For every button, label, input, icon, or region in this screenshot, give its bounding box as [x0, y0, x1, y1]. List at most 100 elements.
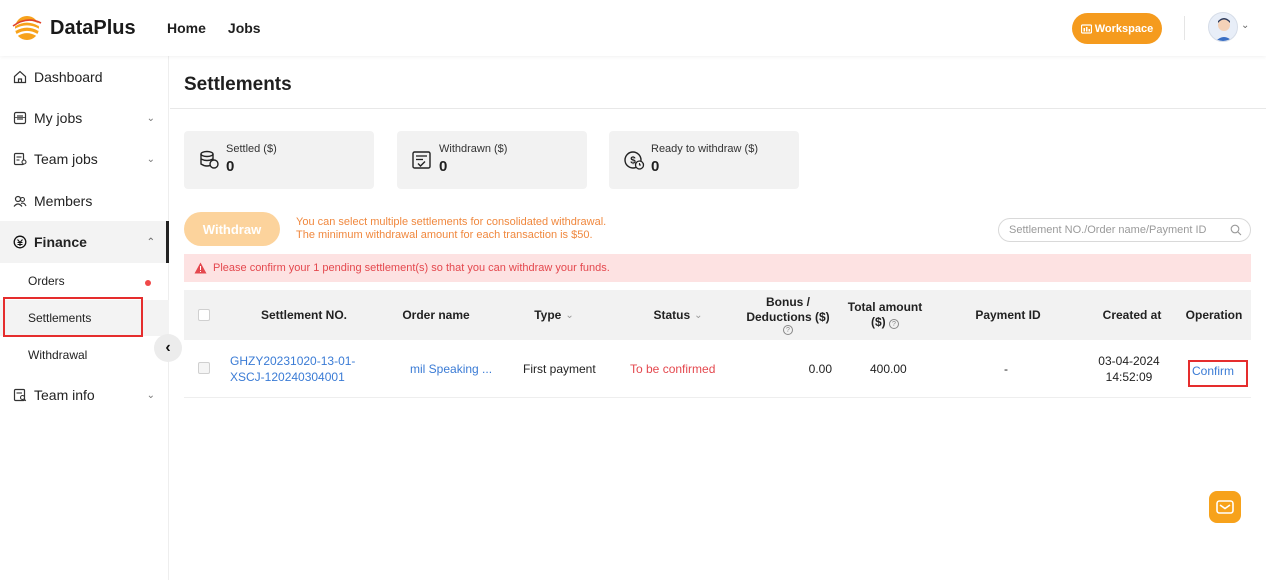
header-label: Deductions ($) [746, 310, 830, 324]
sidebar-item-dashboard[interactable]: Dashboard [0, 56, 169, 98]
stat-label: Withdrawn ($) [439, 143, 508, 155]
pending-alert: Please confirm your 1 pending settlement… [184, 254, 1251, 282]
highlight-box-confirm [1188, 360, 1248, 387]
header-label: ($) [870, 315, 886, 329]
alert-text: Please confirm your 1 pending settlement… [213, 262, 610, 274]
sidebar-item-label: Finance [34, 234, 87, 250]
sidebar-item-team-info[interactable]: Team info ⌄ [0, 374, 169, 416]
stat-value: 0 [439, 158, 448, 175]
sidebar-subitem-label: Withdrawal [28, 348, 88, 362]
finance-icon [12, 234, 28, 250]
settlement-no-link[interactable]: GHZY20231020-13-01- XSCJ-120240304001 [230, 340, 380, 398]
withdraw-note-line: You can select multiple settlements for … [296, 216, 607, 228]
sidebar-item-members[interactable]: Members [0, 180, 169, 222]
chevron-left-icon: ‹ [165, 339, 171, 356]
order-name-link[interactable]: mil Speaking ... [410, 340, 510, 398]
sidebar-item-label: Members [34, 193, 93, 209]
header-label: Operation [1185, 307, 1243, 322]
chevron-down-icon: ⌄ [146, 153, 155, 165]
stat-card-settled: Settled ($) 0 [184, 131, 374, 189]
chevron-down-icon: ⌄ [146, 389, 155, 401]
column-header-settlement-no: Settlement NO. [232, 290, 376, 340]
withdraw-note: You can select multiple settlements for … [296, 216, 606, 242]
team-jobs-icon [12, 151, 28, 167]
stat-card-ready-to-withdraw: $ Ready to withdraw ($) 0 [609, 131, 799, 189]
type-cell: First payment [523, 362, 596, 376]
chevron-down-icon[interactable]: ⌄ [1241, 20, 1249, 31]
nav-home[interactable]: Home [167, 20, 206, 36]
receipt-check-icon [412, 151, 431, 169]
sidebar-item-label: My jobs [34, 110, 83, 126]
highlight-box-settlements [3, 297, 143, 337]
help-icon[interactable]: ? [783, 325, 793, 335]
column-header-payment-id: Payment ID [960, 290, 1056, 340]
created-time: 14:52:09 [1105, 370, 1153, 384]
sidebar-item-team-jobs[interactable]: Team jobs ⌄ [0, 138, 169, 180]
coins-stack-icon [200, 150, 219, 169]
workspace-icon [1080, 23, 1092, 34]
settlement-no-line: XSCJ-120240304001 [230, 370, 345, 384]
stat-value: 0 [651, 158, 660, 175]
home-icon [12, 69, 28, 85]
top-bar: DataPlus Home Jobs Workspace ⌄ [0, 0, 1266, 56]
warning-icon [194, 262, 207, 274]
sidebar-subitem-withdrawal[interactable]: Withdrawal [0, 337, 169, 373]
chevron-down-icon: ⌄ [146, 112, 155, 124]
total-amount-cell: 400.00 [870, 362, 907, 376]
settlement-no-line: GHZY20231020-13-01- [230, 354, 356, 368]
divider [170, 108, 1266, 109]
chevron-down-icon[interactable]: ⌄ [694, 308, 702, 323]
table-row: GHZY20231020-13-01- XSCJ-120240304001 mi… [184, 340, 1251, 398]
created-date: 03-04-2024 [1098, 354, 1160, 368]
collapse-sidebar-button[interactable]: ‹ [154, 334, 182, 362]
clipboard-icon [12, 110, 28, 126]
sidebar-subitem-orders[interactable]: Orders [0, 263, 169, 299]
dataplus-logo-icon [12, 16, 42, 40]
status-cell: To be confirmed [630, 362, 716, 376]
sidebar-item-label: Team info [34, 387, 95, 403]
withdraw-note-line: The minimum withdrawal amount for each t… [296, 229, 593, 241]
column-header-type[interactable]: Type ⌄ [514, 290, 594, 340]
column-header-created-at: Created at [1088, 290, 1176, 340]
sidebar-item-my-jobs[interactable]: My jobs ⌄ [0, 97, 169, 139]
stat-value: 0 [226, 158, 235, 175]
message-button[interactable] [1209, 491, 1241, 523]
bonus-cell: 0.00 [808, 362, 832, 376]
members-icon [12, 193, 28, 209]
search-box[interactable] [998, 218, 1251, 242]
workspace-label: Workspace [1094, 22, 1154, 35]
notification-dot [145, 280, 151, 286]
column-header-status[interactable]: Status ⌄ [628, 290, 728, 340]
stat-label: Ready to withdraw ($) [651, 143, 758, 155]
avatar[interactable] [1208, 12, 1238, 42]
nav-jobs[interactable]: Jobs [228, 20, 261, 36]
help-icon[interactable]: ? [889, 319, 899, 329]
table-header: Settlement NO. Order name Type ⌄ Status … [184, 290, 1251, 340]
divider [1184, 16, 1185, 40]
header-label: Status [653, 307, 691, 322]
search-input[interactable] [1009, 224, 1229, 236]
workspace-button[interactable]: Workspace [1072, 13, 1162, 44]
column-header-bonus: Bonus / Deductions ($) ? [740, 290, 836, 340]
header-label: Payment ID [975, 307, 1041, 322]
row-checkbox[interactable] [198, 362, 210, 374]
search-icon[interactable] [1230, 224, 1242, 236]
column-header-total-amount: Total amount ($) ? [836, 290, 934, 340]
stat-card-withdrawn: Withdrawn ($) 0 [397, 131, 587, 189]
active-indicator [166, 221, 169, 263]
chevron-up-icon: ⌃ [146, 236, 155, 248]
chevron-down-icon[interactable]: ⌄ [565, 308, 573, 323]
sidebar-item-finance[interactable]: Finance ⌃ [0, 221, 169, 263]
select-all-checkbox[interactable] [198, 309, 210, 321]
column-header-order-name: Order name [380, 290, 492, 340]
logo[interactable]: DataPlus [12, 14, 136, 42]
withdraw-button[interactable]: Withdraw [184, 212, 280, 246]
team-info-icon [12, 387, 28, 403]
header-label: Order name [402, 307, 470, 322]
money-clock-icon: $ [624, 151, 645, 170]
column-header-operation: Operation [1182, 290, 1246, 340]
header-label: Settlement NO. [260, 307, 347, 322]
app-name: DataPlus [50, 16, 136, 39]
page-title: Settlements [184, 74, 292, 95]
mail-icon [1216, 500, 1234, 514]
